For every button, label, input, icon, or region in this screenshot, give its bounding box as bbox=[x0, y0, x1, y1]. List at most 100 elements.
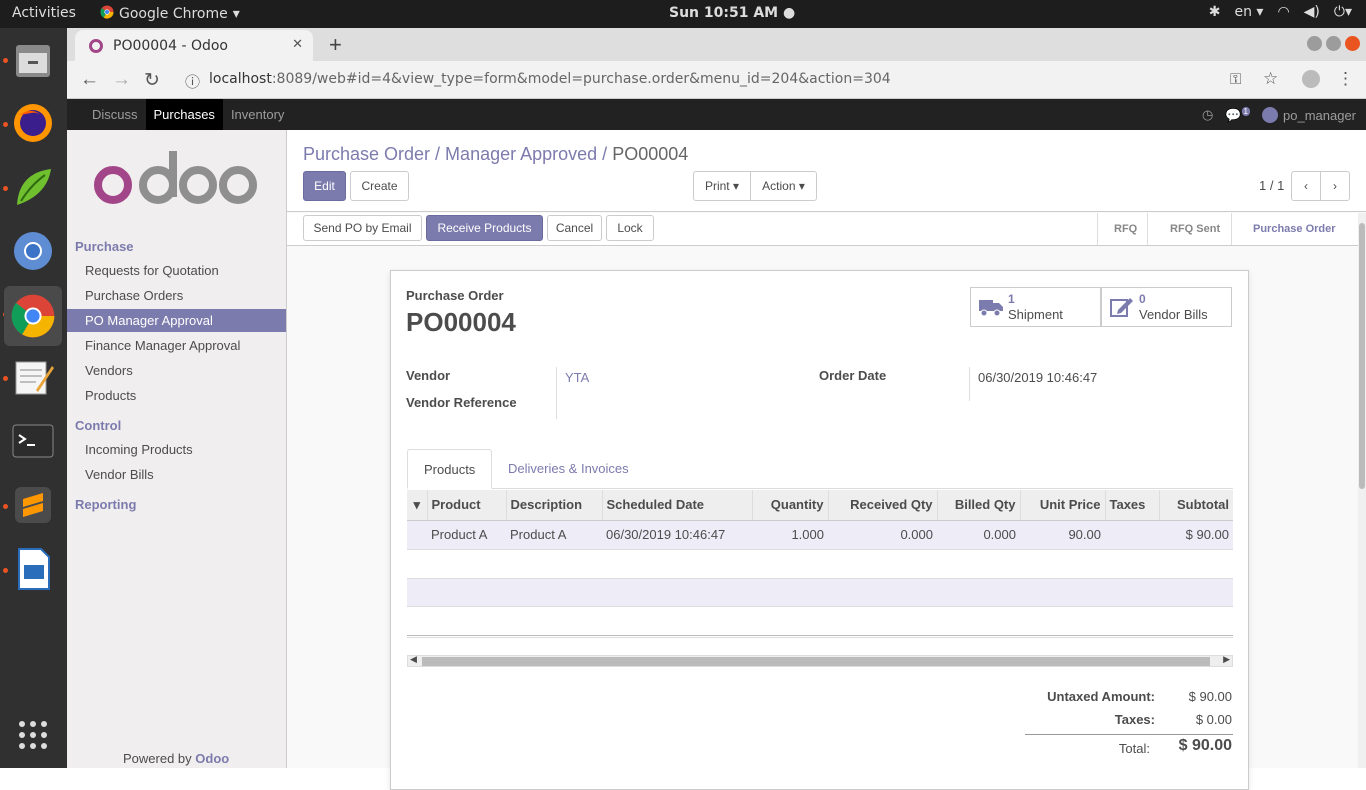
stage-rfq-sent[interactable]: RFQ Sent bbox=[1147, 213, 1231, 245]
files-icon[interactable] bbox=[10, 38, 56, 84]
empty-add-line-row[interactable] bbox=[407, 578, 1233, 607]
wifi-icon: ◠ bbox=[1277, 4, 1290, 20]
system-tray[interactable]: ✱ en ▾ ◠ ◀) ⏻▾ bbox=[1209, 4, 1352, 20]
horizontal-scrollbar[interactable]: ◀ ▶ bbox=[407, 654, 1233, 667]
chat-icon[interactable]: 💬 1 bbox=[1225, 107, 1250, 123]
sidebar-item-vendor-bills[interactable]: Vendor Bills bbox=[67, 463, 286, 486]
chromium-icon[interactable] bbox=[10, 228, 56, 274]
bookmark-star-icon[interactable]: ☆ bbox=[1263, 69, 1278, 89]
sidebar-item-finance-manager-approval[interactable]: Finance Manager Approval bbox=[67, 334, 286, 357]
vendor-bills-smart-button[interactable]: 0 Vendor Bills bbox=[1101, 287, 1232, 327]
writer-icon[interactable] bbox=[10, 546, 56, 592]
col-subtotal[interactable]: Subtotal bbox=[1159, 490, 1233, 521]
profile-icon[interactable] bbox=[1302, 70, 1320, 88]
order-lines-table: ▾ Product Description Scheduled Date Qua… bbox=[407, 490, 1233, 550]
col-product[interactable]: Product bbox=[427, 490, 507, 521]
menu-purchases[interactable]: Purchases bbox=[145, 99, 223, 130]
terminal-icon[interactable] bbox=[10, 418, 56, 464]
activity-clock-icon[interactable]: ◷ bbox=[1202, 107, 1213, 123]
text-editor-icon[interactable] bbox=[10, 354, 56, 400]
section-purchase[interactable]: Purchase bbox=[75, 239, 134, 254]
powered-by-link[interactable]: Odoo bbox=[195, 751, 229, 766]
stage-purchase-order: Purchase Order bbox=[1231, 213, 1358, 245]
taxes-line: Taxes: $ 0.00 bbox=[1114, 712, 1232, 727]
col-received-qty[interactable]: Received Qty bbox=[828, 490, 938, 521]
sidebar-item-incoming-products[interactable]: Incoming Products bbox=[67, 438, 286, 461]
chevron-down-icon: ▾ bbox=[232, 6, 240, 22]
cell-quantity: 1.000 bbox=[752, 520, 828, 550]
menu-discuss[interactable]: Discuss bbox=[84, 99, 146, 130]
menu-inventory[interactable]: Inventory bbox=[223, 99, 292, 130]
language-indicator[interactable]: en ▾ bbox=[1234, 4, 1263, 20]
create-button[interactable]: Create bbox=[350, 171, 409, 201]
col-billed-qty[interactable]: Billed Qty bbox=[937, 490, 1021, 521]
scroll-left-icon[interactable]: ◀ bbox=[410, 654, 417, 665]
pager-next-icon[interactable]: › bbox=[1320, 171, 1350, 201]
total-line: Total: $ 90.00 bbox=[1118, 737, 1232, 756]
tab-products[interactable]: Products bbox=[407, 449, 493, 489]
action-dropdown[interactable]: Action ▾ bbox=[750, 171, 817, 201]
browser-tab[interactable]: PO00004 - Odoo ✕ bbox=[75, 30, 313, 61]
section-reporting[interactable]: Reporting bbox=[75, 497, 136, 512]
odoo-logo[interactable] bbox=[91, 148, 261, 214]
site-info-icon[interactable]: ⓘ bbox=[185, 71, 200, 92]
breadcrumb-link[interactable]: Purchase Order / Manager Approved / bbox=[303, 144, 607, 164]
pager-value[interactable]: 1 / 1 bbox=[1259, 178, 1284, 193]
new-tab-button[interactable]: + bbox=[329, 32, 342, 58]
vertical-scrollbar-thumb[interactable] bbox=[1359, 223, 1365, 489]
scroll-right-icon[interactable]: ▶ bbox=[1223, 654, 1230, 665]
lock-button[interactable]: Lock bbox=[606, 215, 654, 241]
table-row[interactable]: Product A Product A 06/30/2019 10:46:47 … bbox=[407, 520, 1233, 550]
vendor-link[interactable]: YTA bbox=[565, 370, 589, 385]
col-unit-price[interactable]: Unit Price bbox=[1020, 490, 1106, 521]
print-dropdown[interactable]: Print ▾ bbox=[693, 171, 751, 201]
menu-dots-icon[interactable]: ⋮ bbox=[1337, 69, 1354, 89]
document-title: PO00004 bbox=[406, 307, 516, 337]
receive-products-button[interactable]: Receive Products bbox=[426, 215, 543, 241]
maximize-button[interactable] bbox=[1326, 36, 1341, 51]
forward-icon[interactable]: → bbox=[112, 69, 131, 91]
app-menu[interactable]: Google Chrome ▾ bbox=[100, 5, 240, 23]
order-date-label: Order Date bbox=[819, 368, 887, 383]
back-icon[interactable]: ← bbox=[80, 69, 99, 91]
pager-previous-icon[interactable]: ‹ bbox=[1291, 171, 1321, 201]
section-control[interactable]: Control bbox=[75, 418, 121, 433]
col-scheduled-date[interactable]: Scheduled Date bbox=[602, 490, 753, 521]
sidebar-item-products[interactable]: Products bbox=[67, 384, 286, 407]
cancel-button[interactable]: Cancel bbox=[547, 215, 602, 241]
activities-button[interactable]: Activities bbox=[12, 5, 76, 21]
col-description[interactable]: Description bbox=[506, 490, 603, 521]
user-menu[interactable]: po_manager bbox=[1262, 107, 1356, 124]
tab-deliveries-invoices[interactable]: Deliveries & Invoices bbox=[492, 449, 645, 489]
sidebar-item-purchase-orders[interactable]: Purchase Orders bbox=[67, 284, 286, 307]
send-po-email-button[interactable]: Send PO by Email bbox=[303, 215, 422, 241]
truck-icon bbox=[979, 296, 1003, 318]
scrollbar-thumb[interactable] bbox=[422, 657, 1210, 666]
reload-icon[interactable]: ↻ bbox=[144, 69, 160, 92]
url-field[interactable]: localhost:8089/web#id=4&view_type=form&m… bbox=[209, 71, 891, 87]
sidebar-item-po-manager-approval[interactable]: PO Manager Approval bbox=[67, 309, 286, 332]
control-panel: Purchase Order / Manager Approved / PO00… bbox=[287, 130, 1366, 212]
sublime-icon[interactable] bbox=[10, 482, 56, 528]
minimize-button[interactable] bbox=[1307, 36, 1322, 51]
vertical-scrollbar[interactable] bbox=[1358, 213, 1366, 768]
sidebar-item-rfq[interactable]: Requests for Quotation bbox=[67, 259, 286, 282]
show-apps-icon[interactable] bbox=[10, 712, 56, 758]
order-date-value: 06/30/2019 10:46:47 bbox=[978, 370, 1098, 385]
col-quantity[interactable]: Quantity bbox=[752, 490, 829, 521]
shotwell-icon[interactable] bbox=[10, 164, 56, 210]
edit-button[interactable]: Edit bbox=[303, 171, 346, 201]
shipment-smart-button[interactable]: 1 Shipment bbox=[970, 287, 1101, 327]
row-handle-header[interactable]: ▾ bbox=[407, 490, 428, 521]
col-taxes[interactable]: Taxes bbox=[1105, 490, 1160, 521]
close-tab-icon[interactable]: ✕ bbox=[292, 37, 303, 52]
stage-rfq[interactable]: RFQ bbox=[1097, 213, 1147, 245]
system-top-bar: Activities Google Chrome ▾ Sun 10:51 AM … bbox=[0, 0, 1366, 28]
chrome-dock-icon[interactable] bbox=[4, 286, 62, 346]
close-window-button[interactable] bbox=[1345, 36, 1360, 51]
key-icon[interactable]: ⚿ bbox=[1230, 71, 1241, 88]
clock[interactable]: Sun 10:51 AM ● bbox=[669, 5, 795, 21]
sidebar-item-vendors[interactable]: Vendors bbox=[67, 359, 286, 382]
firefox-icon[interactable] bbox=[10, 100, 56, 146]
powered-by: Powered by Odoo bbox=[123, 751, 230, 766]
